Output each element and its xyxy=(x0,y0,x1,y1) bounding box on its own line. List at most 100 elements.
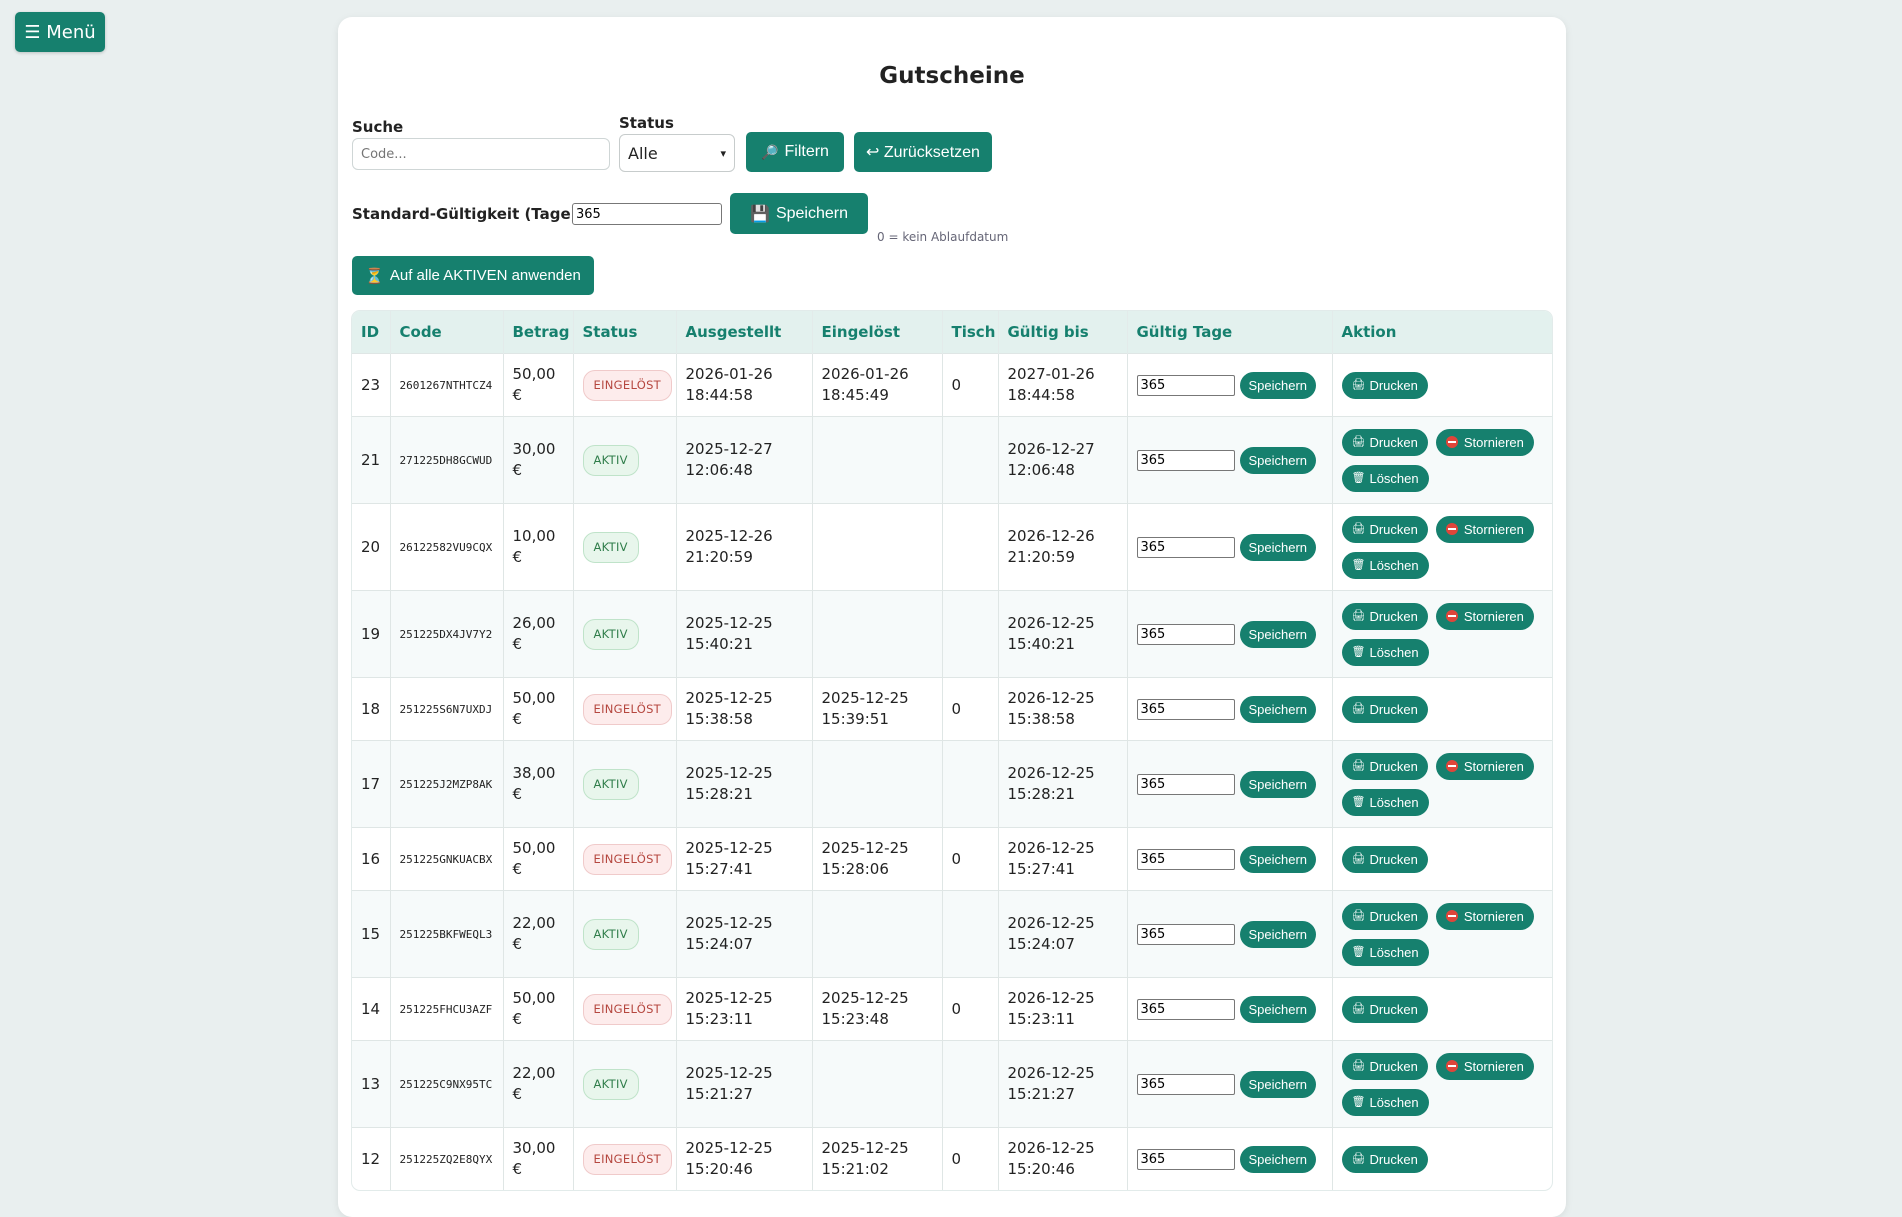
valid-days-input[interactable] xyxy=(1136,1073,1235,1095)
print-button[interactable]: 🖨 Drucken xyxy=(1341,695,1428,723)
valid-days-input[interactable] xyxy=(1136,1148,1235,1170)
reset-button-label: ↩ Zurücksetzen xyxy=(866,144,980,161)
save-days-label: Speichern xyxy=(1248,851,1308,867)
save-days-button[interactable]: Speichern xyxy=(1239,920,1317,948)
menu-button[interactable]: ☰ Menü xyxy=(15,12,105,52)
cell-issued: 2026-01-26 18:44:58 xyxy=(676,353,813,417)
print-button[interactable]: 🖨 Drucken xyxy=(1341,602,1428,630)
valid-days-input[interactable] xyxy=(1136,848,1235,870)
print-button[interactable]: 🖨 Drucken xyxy=(1341,515,1428,543)
delete-button[interactable]: 🗑 Löschen xyxy=(1341,464,1429,492)
cell-issued: 2025-12-25 15:21:27 xyxy=(676,1040,813,1128)
cell-actions: 🖨 Drucken xyxy=(1332,977,1552,1041)
save-days-button[interactable]: Speichern xyxy=(1239,1070,1317,1098)
cell-id: 21 xyxy=(352,416,391,504)
valid-days-input[interactable] xyxy=(1136,536,1235,558)
col-header-issued: Ausgestellt xyxy=(676,311,813,354)
valid-days-input[interactable] xyxy=(1136,923,1235,945)
printer-icon: 🖨 xyxy=(1351,1152,1366,1165)
cancel-voucher-button[interactable]: Stornieren xyxy=(1435,752,1534,780)
cell-actions: 🖨 Drucken Stornieren 🗑 Löschen xyxy=(1332,590,1552,678)
filter-button[interactable]: 🔎 Filtern xyxy=(746,132,844,172)
delete-button[interactable]: 🗑 Löschen xyxy=(1341,551,1429,579)
vouchers-card: Gutscheine Suche Status Alle ▾ 🔎 Filtern… xyxy=(338,17,1566,1217)
print-button-label: Drucken xyxy=(1369,701,1418,717)
cell-redeemed: 2025-12-25 15:28:06 xyxy=(812,827,943,891)
valid-days-input[interactable] xyxy=(1136,374,1235,396)
col-header-amount: Betrag xyxy=(503,311,574,354)
print-button[interactable]: 🖨 Drucken xyxy=(1341,1145,1428,1173)
cancel-voucher-button[interactable]: Stornieren xyxy=(1435,902,1534,930)
delete-button[interactable]: 🗑 Löschen xyxy=(1341,638,1429,666)
cell-amount: 50,00 € xyxy=(503,353,574,417)
save-days-button[interactable]: Speichern xyxy=(1239,371,1317,399)
save-days-button[interactable]: Speichern xyxy=(1239,770,1317,798)
trash-icon: 🗑 xyxy=(1351,945,1366,958)
search-input[interactable] xyxy=(352,138,610,170)
default-validity-input[interactable] xyxy=(572,203,722,225)
cell-status: EINGELÖST xyxy=(573,1127,677,1190)
delete-button[interactable]: 🗑 Löschen xyxy=(1341,788,1429,816)
save-days-button[interactable]: Speichern xyxy=(1239,845,1317,873)
table-row: 17 251225J2MZP8AK 38,00 € AKTIV 2025-12-25 1… xyxy=(352,740,1552,828)
save-days-button[interactable]: Speichern xyxy=(1239,533,1317,561)
print-button-label: Drucken xyxy=(1369,908,1418,924)
no-entry-icon xyxy=(1445,910,1458,922)
cancel-voucher-button[interactable]: Stornieren xyxy=(1435,1052,1534,1080)
print-button[interactable]: 🖨 Drucken xyxy=(1341,752,1428,780)
row-actions: 🖨 Drucken Stornieren 🗑 Löschen xyxy=(1341,752,1552,816)
col-header-table: Tisch xyxy=(942,311,999,354)
print-button[interactable]: 🖨 Drucken xyxy=(1341,1052,1428,1080)
print-button[interactable]: 🖨 Drucken xyxy=(1341,995,1428,1023)
cell-table: 0 xyxy=(942,677,999,741)
cell-id: 20 xyxy=(352,503,391,591)
valid-days-input[interactable] xyxy=(1136,698,1235,720)
table-row: 19 251225DX4JV7Y2 26,00 € AKTIV 2025-12-25 1… xyxy=(352,590,1552,678)
delete-button-label: Löschen xyxy=(1369,944,1419,960)
printer-icon: 🖨 xyxy=(1351,435,1366,448)
cell-status: AKTIV xyxy=(573,890,677,978)
valid-days-input[interactable] xyxy=(1136,623,1235,645)
print-button[interactable]: 🖨 Drucken xyxy=(1341,371,1428,399)
cell-id: 19 xyxy=(352,590,391,678)
cancel-voucher-button[interactable]: Stornieren xyxy=(1435,602,1534,630)
table-row: 15 251225BKFWEQL3 22,00 € AKTIV 2025-12-25 1… xyxy=(352,890,1552,978)
save-days-button[interactable]: Speichern xyxy=(1239,620,1317,648)
save-days-button[interactable]: Speichern xyxy=(1239,995,1317,1023)
valid-days-input[interactable] xyxy=(1136,773,1235,795)
delete-button[interactable]: 🗑 Löschen xyxy=(1341,1088,1429,1116)
cancel-voucher-button[interactable]: Stornieren xyxy=(1435,515,1534,543)
table-row: 23 2601267NTHTCZ4 50,00 € EINGELÖST 2026-01-… xyxy=(352,353,1552,417)
cell-table xyxy=(942,1040,999,1128)
save-days-button[interactable]: Speichern xyxy=(1239,695,1317,723)
printer-icon: 🖨 xyxy=(1351,909,1366,922)
cell-redeemed xyxy=(812,1040,943,1128)
save-days-button[interactable]: Speichern xyxy=(1239,1145,1317,1173)
print-button[interactable]: 🖨 Drucken xyxy=(1341,845,1428,873)
cell-redeemed: 2025-12-25 15:39:51 xyxy=(812,677,943,741)
validity-hint: 0 = kein Ablaufdatum xyxy=(877,230,1009,244)
delete-button[interactable]: 🗑 Löschen xyxy=(1341,938,1429,966)
cell-code: 251225J2MZP8AK xyxy=(390,740,504,828)
cell-issued: 2025-12-25 15:27:41 xyxy=(676,827,813,891)
cell-id: 13 xyxy=(352,1040,391,1128)
print-button[interactable]: 🖨 Drucken xyxy=(1341,428,1428,456)
valid-days-input[interactable] xyxy=(1136,998,1235,1020)
row-actions: 🖨 Drucken Stornieren 🗑 Löschen xyxy=(1341,428,1552,492)
save-days-button[interactable]: Speichern xyxy=(1239,446,1317,474)
cell-id: 12 xyxy=(352,1127,391,1190)
reset-button[interactable]: ↩ Zurücksetzen xyxy=(854,132,992,172)
save-days-label: Speichern xyxy=(1248,452,1308,468)
status-select[interactable]: Alle ▾ xyxy=(619,134,735,172)
cell-valid-until: 2026-12-26 21:20:59 xyxy=(998,503,1128,591)
trash-icon: 🗑 xyxy=(1351,471,1366,484)
delete-button-label: Löschen xyxy=(1369,470,1419,486)
table-row: 14 251225FHCU3AZF 50,00 € EINGELÖST 2025-12-… xyxy=(352,977,1552,1041)
save-default-validity-button[interactable]: 💾 Speichern xyxy=(730,193,868,234)
cancel-voucher-button[interactable]: Stornieren xyxy=(1435,428,1534,456)
apply-to-active-button[interactable]: ⏳ Auf alle AKTIVEN anwenden xyxy=(352,256,594,295)
valid-days-input[interactable] xyxy=(1136,449,1235,471)
save-days-label: Speichern xyxy=(1248,626,1308,642)
cancel-button-label: Stornieren xyxy=(1463,908,1524,924)
print-button[interactable]: 🖨 Drucken xyxy=(1341,902,1428,930)
